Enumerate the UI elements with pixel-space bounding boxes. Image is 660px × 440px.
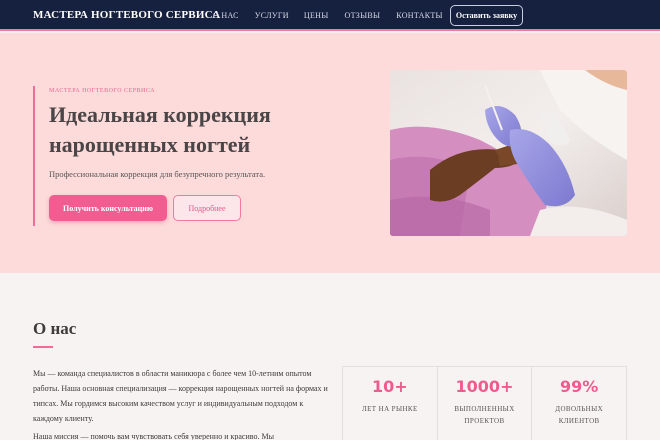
top-navbar: МАСТЕРА НОГТЕВОГО СЕРВИСА О НАС УСЛУГИ Ц…: [0, 0, 660, 31]
hero-section: МАСТЕРА НОГТЕВОГО СЕРВИСА Идеальная корр…: [0, 33, 660, 273]
stat-years: 10+ ЛЕТ НА РЫНКЕ: [343, 367, 438, 440]
stat-value: 99%: [560, 377, 599, 396]
stat-value: 10+: [372, 377, 408, 396]
stat-projects: 1000+ ВЫПОЛНЕННЫХ ПРОЕКТОВ: [438, 367, 533, 440]
hero-subtitle: Профессиональная коррекция для безупречн…: [49, 169, 266, 179]
about-paragraph: Мы — команда специалистов в области мани…: [33, 369, 328, 423]
nav-item-services[interactable]: УСЛУГИ: [255, 11, 289, 20]
about-paragraph-2: Наша миссия — помочь вам чувствовать себ…: [33, 432, 274, 440]
manicure-photo-illustration: [390, 70, 627, 236]
stat-clients: 99% ДОВОЛЬНЫХ КЛИЕНТОВ: [532, 367, 626, 440]
consultation-button[interactable]: Получить консультацию: [49, 195, 167, 221]
stat-label: ДОВОЛЬНЫХ КЛИЕНТОВ: [555, 405, 604, 425]
stats-panel: 10+ ЛЕТ НА РЫНКЕ 1000+ ВЫПОЛНЕННЫХ ПРОЕК…: [342, 366, 627, 440]
stat-label: ЛЕТ НА РЫНКЕ: [361, 405, 418, 413]
hero-title: Идеальная коррекция нарощенных ногтей: [49, 102, 271, 157]
about-title: О нас: [33, 319, 77, 338]
nav-item-about[interactable]: О НАС: [213, 11, 239, 20]
stat-value: 1000+: [455, 377, 514, 396]
hero-accent-bar: [33, 86, 35, 226]
request-button[interactable]: Оставить заявку: [450, 5, 523, 26]
nav-item-prices[interactable]: ЦЕНЫ: [304, 11, 329, 20]
nav-menu: О НАС УСЛУГИ ЦЕНЫ ОТЗЫВЫ КОНТАКТЫ: [213, 11, 443, 20]
nav-item-reviews[interactable]: ОТЗЫВЫ: [345, 11, 381, 20]
more-button[interactable]: Подробнее: [173, 195, 241, 221]
stat-label: ВЫПОЛНЕННЫХ ПРОЕКТОВ: [454, 405, 515, 425]
hero-photo: [390, 70, 627, 236]
about-divider: [33, 346, 53, 348]
hero-eyebrow: МАСТЕРА НОГТЕВОГО СЕРВИСА: [49, 88, 155, 94]
nav-item-contacts[interactable]: КОНТАКТЫ: [396, 11, 443, 20]
site-logo[interactable]: МАСТЕРА НОГТЕВОГО СЕРВИСА: [33, 9, 220, 21]
